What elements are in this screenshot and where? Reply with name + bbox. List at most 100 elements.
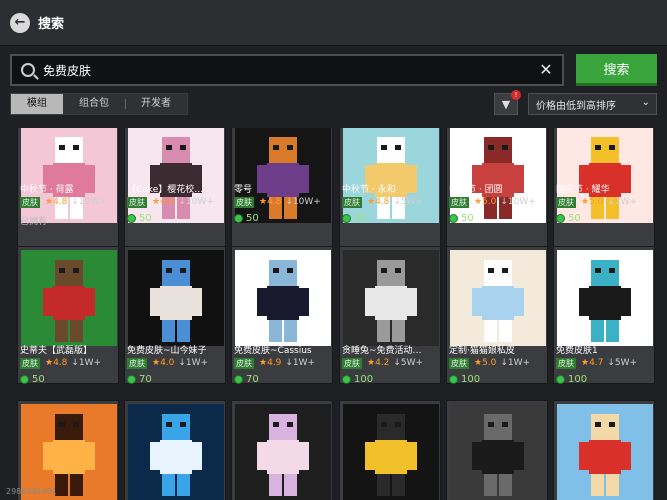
skin-card-meta: 皮肤 ★4.8 ↓1W+	[20, 357, 101, 369]
emerald-icon	[449, 375, 458, 384]
skin-card[interactable]: 零号 皮肤 ★4.8 ↓10W+ 50	[231, 128, 333, 261]
category-badge: 皮肤	[234, 357, 254, 369]
page-title: 搜索	[38, 17, 65, 32]
download-count: ↓1W+	[71, 358, 102, 368]
skin-card-meta: 皮肤 ★4.6 ↓10W+	[127, 196, 214, 208]
rating-value: ★5.0	[474, 197, 497, 207]
category-badge: 皮肤	[556, 357, 576, 369]
skin-card[interactable]	[17, 400, 119, 500]
price-label: 100	[556, 374, 587, 385]
skin-preview-image	[343, 128, 439, 223]
skin-card-title: 史蒂夫【武磊版】	[20, 346, 93, 356]
skin-card[interactable]	[553, 400, 655, 500]
skin-card[interactable]: 中秋节 · 永和 皮肤 ★4.8 ↓5W+ 50	[339, 128, 441, 261]
skin-card[interactable]: 国庆节 · 耀华 皮肤 ★5.0 ↓1W+ 50	[553, 128, 655, 261]
emerald-icon	[234, 375, 243, 384]
skin-card[interactable]: 免费皮肤~Cassius 皮肤 ★4.9 ↓1W+ 70	[231, 246, 333, 385]
emerald-icon	[127, 214, 136, 223]
skin-card[interactable]: 【Cake】樱花校… 皮肤 ★4.6 ↓10W+ 50	[124, 128, 226, 261]
skin-card[interactable]: 中秋节 · 团圆 皮肤 ★5.0 ↓10W+ 50	[446, 128, 548, 261]
skin-card[interactable]: 史蒂夫【武磊版】 皮肤 ★4.8 ↓1W+ 50	[17, 246, 119, 385]
rating-value: ★4.8	[259, 197, 282, 207]
price-label: 70	[234, 374, 259, 385]
download-count: ↓5W+	[393, 197, 424, 207]
skin-card-meta: 皮肤 ★4.8 ↓10W+	[20, 196, 107, 208]
price-label: 50	[127, 213, 152, 224]
owned-label: 已拥有	[20, 217, 48, 227]
skin-card-title: 中秋节 · 永和	[342, 185, 396, 195]
skin-card[interactable]: 定制·猫猫娘私皮 皮肤 ★5.0 ↓1W+ 100	[446, 246, 548, 385]
sort-dropdown[interactable]: 价格由低到高排序 ⌄	[528, 93, 657, 115]
price-label: 70	[127, 374, 152, 385]
emerald-icon	[127, 375, 136, 384]
price-label: 50	[20, 374, 45, 385]
category-badge: 皮肤	[234, 196, 254, 208]
search-input[interactable]: 免费皮肤 ✕	[10, 54, 564, 86]
skin-card-title: 免费皮肤1	[556, 346, 598, 356]
skin-card[interactable]: 免费皮肤1 皮肤 ★4.7 ↓5W+ 100	[553, 246, 655, 385]
emerald-icon	[342, 375, 351, 384]
rating-value: ★4.2	[367, 358, 390, 368]
skin-card-meta: 皮肤 ★4.0 ↓1W+	[127, 357, 208, 369]
rating-value: ★5.0	[581, 197, 604, 207]
price-value: 50	[568, 213, 581, 224]
skin-preview-image	[450, 404, 546, 500]
skin-preview-image	[21, 404, 117, 500]
rating-value: ★4.6	[152, 197, 175, 207]
price-value: 50	[32, 374, 45, 385]
clear-icon[interactable]: ✕	[538, 62, 554, 78]
skin-card[interactable]	[446, 400, 548, 500]
skin-preview-image	[343, 250, 439, 346]
rating-value: ★4.9	[259, 358, 282, 368]
rating-value: ★4.8	[45, 358, 68, 368]
skin-preview-image	[21, 128, 117, 223]
download-count: ↓1W+	[178, 358, 209, 368]
chevron-down-icon: ⌄	[641, 97, 650, 108]
tab-mod[interactable]: 模组	[11, 94, 63, 114]
rating-value: ★4.0	[152, 358, 175, 368]
price-value: 50	[354, 213, 367, 224]
tab-developer[interactable]: 开发者	[125, 94, 187, 114]
download-count: ↓10W+	[500, 197, 536, 207]
category-badge: 皮肤	[127, 196, 147, 208]
category-badge: 皮肤	[449, 357, 469, 369]
price-label: 100	[342, 374, 373, 385]
filter-button[interactable]: ▼ !	[494, 90, 521, 115]
skin-card[interactable]: 贪睡兔~免费活动… 皮肤 ★4.2 ↓5W+ 100	[339, 246, 441, 385]
price-value: 70	[139, 374, 152, 385]
search-input-value: 免费皮肤	[43, 63, 92, 78]
skin-preview-image	[450, 128, 546, 223]
top-bar: ← 搜索	[0, 0, 667, 46]
download-count: ↓10W+	[285, 197, 321, 207]
skin-card-title: 零号	[234, 185, 253, 195]
skin-card[interactable]: 中秋节 · 荷露 皮肤 ★4.8 ↓10W+ 已拥有	[17, 128, 119, 261]
category-badge: 皮肤	[342, 196, 362, 208]
skin-card-title: 免费皮肤~山今妹子	[127, 346, 207, 356]
tab-bundle[interactable]: 组合包	[63, 94, 125, 114]
skin-card-title: 中秋节 · 荷露	[20, 185, 74, 195]
skin-card[interactable]	[339, 400, 441, 500]
skin-preview-image	[557, 250, 653, 346]
emerald-icon	[342, 214, 351, 223]
search-button[interactable]: 搜索	[576, 54, 657, 86]
skin-card[interactable]: 免费皮肤~山今妹子 皮肤 ★4.0 ↓1W+ 70	[124, 246, 226, 385]
skin-preview-image	[128, 128, 224, 223]
skin-preview-image	[557, 404, 653, 500]
skin-card-meta: 皮肤 ★4.2 ↓5W+	[342, 357, 423, 369]
skin-grid: 中秋节 · 荷露 皮肤 ★4.8 ↓10W+ 已拥有 【Cake】樱花校… 皮肤 ★4.6 ↓1…	[0, 128, 667, 500]
price-value: 100	[568, 374, 588, 385]
search-row: 免费皮肤 ✕ 搜索	[10, 54, 657, 86]
skin-card[interactable]	[124, 400, 226, 500]
rating-value: ★4.8	[367, 197, 390, 207]
skin-preview-image	[343, 404, 439, 500]
emerald-icon	[20, 375, 29, 384]
skin-card-title: 免费皮肤~Cassius	[234, 346, 312, 356]
skin-card[interactable]	[231, 400, 333, 500]
skin-card-meta: 皮肤 ★5.0 ↓10W+	[449, 196, 536, 208]
skin-card-title: 【Cake】樱花校…	[127, 185, 204, 195]
filter-icon: ▼	[501, 97, 511, 111]
skin-card-title: 贪睡兔~免费活动…	[342, 346, 422, 356]
price-value: 50	[461, 213, 474, 224]
price-value: 50	[246, 213, 259, 224]
back-arrow-icon[interactable]: ←	[10, 12, 30, 33]
